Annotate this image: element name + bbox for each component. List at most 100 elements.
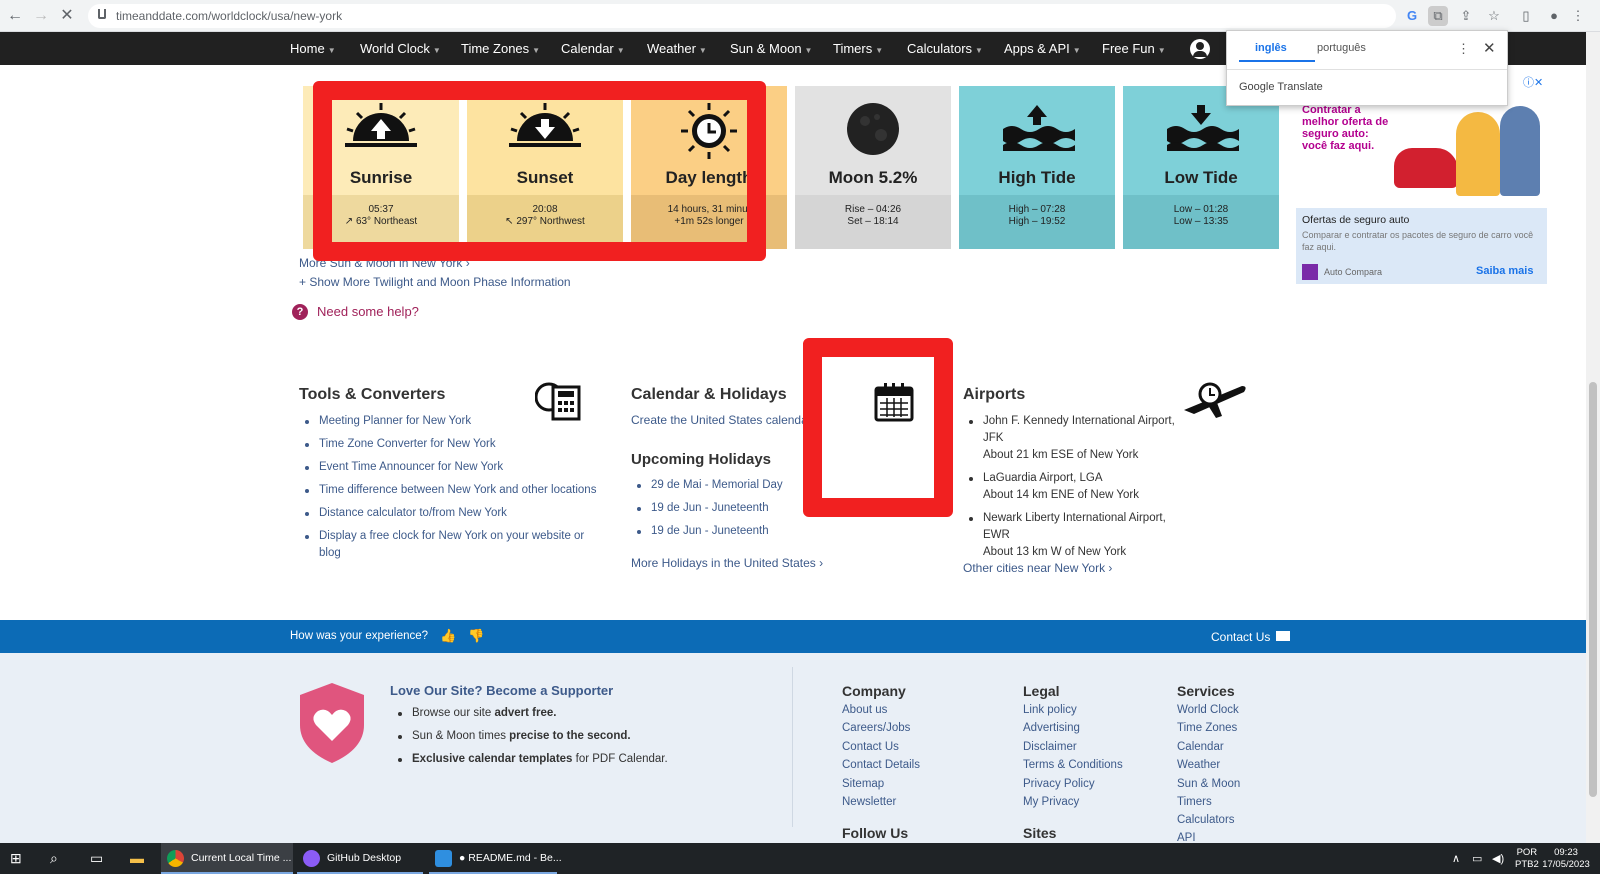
taskbar-app-chrome[interactable]: Current Local Time ...: [161, 843, 293, 874]
footer-link[interactable]: Privacy Policy: [1023, 778, 1095, 790]
thumbs-down-icon[interactable]: 👎: [468, 628, 484, 644]
high-tide-icon: [1003, 105, 1075, 151]
ad-cta-button[interactable]: Saiba mais: [1476, 265, 1533, 277]
side-panel-icon[interactable]: ▯: [1516, 6, 1536, 26]
tile-line: ↖ 297° Northwest: [505, 216, 585, 227]
address-bar[interactable]: timeanddate.com/worldclock/usa/new-york: [88, 4, 1396, 28]
list-item: Browse our site advert free.: [392, 705, 772, 722]
nav-calculators[interactable]: Calculators ▼: [907, 41, 983, 56]
volume-icon[interactable]: ◀): [1492, 852, 1504, 865]
show-more-twilight-link[interactable]: + Show More Twilight and Moon Phase Info…: [299, 275, 571, 289]
footer-link[interactable]: API: [1177, 832, 1196, 843]
thumbs-up-icon[interactable]: 👍: [440, 628, 456, 644]
help-icon[interactable]: ?: [292, 304, 308, 320]
ad-headline: Contratar a melhor oferta de seguro auto…: [1302, 104, 1389, 152]
footer-link[interactable]: Calendar: [1177, 741, 1224, 753]
profile-icon[interactable]: ●: [1544, 6, 1564, 26]
footer-link[interactable]: Time Zones: [1177, 722, 1237, 734]
scrollbar-thumb[interactable]: [1589, 382, 1597, 797]
file-explorer-icon[interactable]: ▬: [130, 850, 144, 866]
create-calendar-link[interactable]: Create the United States calenda: [631, 413, 808, 427]
taskbar-app-vscode[interactable]: ● README.md - Be...: [429, 843, 562, 874]
close-icon[interactable]: ✕: [1483, 39, 1496, 57]
more-holidays-link[interactable]: More Holidays in the United States ›: [631, 556, 823, 570]
lang-portuguese-tab[interactable]: português: [1317, 42, 1366, 54]
google-icon[interactable]: G: [1402, 6, 1422, 26]
list-item[interactable]: 19 de Jun - Juneteenth: [631, 500, 831, 517]
nav-free-fun[interactable]: Free Fun ▼: [1102, 41, 1166, 56]
url-text[interactable]: timeanddate.com/worldclock/usa/new-york: [116, 9, 342, 23]
contact-us-link[interactable]: Contact Us: [1211, 630, 1270, 644]
windows-start-icon[interactable]: ⊞: [10, 850, 22, 867]
footer-link[interactable]: My Privacy: [1023, 796, 1079, 808]
chevron-right-icon: ›: [1108, 561, 1113, 575]
lang-english-tab[interactable]: inglês: [1255, 42, 1287, 54]
list-item[interactable]: 19 de Jun - Juneteenth: [631, 523, 831, 540]
ad-banner[interactable]: Contratar a melhor oferta de seguro auto…: [1296, 104, 1547, 284]
nav-weather[interactable]: Weather ▼: [647, 41, 707, 56]
system-clock[interactable]: 09:23 17/05/2023: [1540, 847, 1592, 871]
stop-loading-button[interactable]: ✕: [56, 5, 78, 27]
footer-link[interactable]: World Clock: [1177, 704, 1239, 716]
nav-time-zones[interactable]: Time Zones ▼: [461, 41, 540, 56]
list-item[interactable]: Distance calculator to/from New York: [299, 505, 609, 522]
tile-sunrise[interactable]: Sunrise 05:37 ↗ 63° Northeast: [303, 86, 459, 249]
list-item[interactable]: 29 de Mai - Memorial Day: [631, 477, 831, 494]
tile-low-tide[interactable]: Low Tide Low – 01:28 Low – 13:35: [1123, 86, 1279, 249]
airport-distance: About 14 km ENE of New York: [983, 489, 1139, 501]
footer-link[interactable]: Sitemap: [842, 778, 884, 790]
nav-timers[interactable]: Timers ▼: [833, 41, 883, 56]
tile-moon[interactable]: Moon 5.2% Rise – 04:26 Set – 18:14: [795, 86, 951, 249]
tile-sunset[interactable]: Sunset 20:08 ↖ 297° Northwest: [467, 86, 623, 249]
footer-link[interactable]: Contact Us: [842, 741, 899, 753]
footer-link[interactable]: Contact Details: [842, 759, 920, 771]
need-help-link[interactable]: Need some help?: [317, 304, 419, 319]
ad-info-icon[interactable]: ⓘ✕: [1523, 74, 1543, 90]
lang-code: POR: [1516, 847, 1538, 858]
footer-link[interactable]: About us: [842, 704, 887, 716]
list-item[interactable]: Display a free clock for New York on you…: [299, 528, 609, 562]
list-item[interactable]: Time difference between New York and oth…: [299, 482, 609, 499]
supporter-title[interactable]: Love Our Site? Become a Supporter: [390, 683, 613, 698]
taskbar-app-github[interactable]: GitHub Desktop: [297, 843, 423, 874]
nav-calendar[interactable]: Calendar ▼: [561, 41, 625, 56]
tile-high-tide[interactable]: High Tide High – 07:28 High – 19:52: [959, 86, 1115, 249]
footer-link[interactable]: Advertising: [1023, 722, 1080, 734]
nav-sun-moon[interactable]: Sun & Moon ▼: [730, 41, 812, 56]
footer-link[interactable]: Careers/Jobs: [842, 722, 910, 734]
forward-button[interactable]: →: [30, 5, 52, 27]
task-view-icon[interactable]: ▭: [90, 850, 103, 867]
footer-link[interactable]: Calculators: [1177, 814, 1235, 826]
link-text: More Holidays in the United States: [631, 556, 816, 570]
footer-link[interactable]: Terms & Conditions: [1023, 759, 1123, 771]
nav-home[interactable]: Home ▼: [290, 41, 336, 56]
nav-world-clock[interactable]: World Clock ▼: [360, 41, 441, 56]
translate-icon[interactable]: ⧉: [1428, 6, 1448, 26]
nav-apps-api[interactable]: Apps & API ▼: [1004, 41, 1081, 56]
footer-link[interactable]: Newsletter: [842, 796, 896, 808]
footer-link[interactable]: Link policy: [1023, 704, 1077, 716]
chevron-up-icon[interactable]: ∧: [1452, 852, 1460, 865]
browser-menu-icon[interactable]: ⋮: [1568, 6, 1588, 26]
list-item[interactable]: Time Zone Converter for New York: [299, 436, 609, 453]
tile-day-length[interactable]: Day length 14 hours, 31 minut +1m 52s lon…: [631, 86, 787, 249]
share-icon[interactable]: ⇪: [1456, 6, 1476, 26]
language-indicator[interactable]: POR PTB2: [1515, 847, 1539, 871]
footer-link[interactable]: Disclaimer: [1023, 741, 1077, 753]
footer-link[interactable]: Timers: [1177, 796, 1212, 808]
page-scrollbar[interactable]: [1586, 32, 1600, 843]
list-item[interactable]: Event Time Announcer for New York: [299, 459, 609, 476]
mail-icon[interactable]: [1276, 631, 1290, 641]
list-item[interactable]: Meeting Planner for New York: [299, 413, 609, 430]
footer-link[interactable]: Sun & Moon: [1177, 778, 1240, 790]
back-button[interactable]: ←: [4, 5, 26, 27]
account-icon[interactable]: [1190, 39, 1210, 59]
more-options-icon[interactable]: ⋮: [1457, 41, 1470, 57]
search-icon[interactable]: ⌕: [50, 850, 58, 867]
footer-link[interactable]: Weather: [1177, 759, 1220, 771]
network-icon[interactable]: ▭: [1472, 852, 1482, 865]
link-text: 19 de Jun - Juneteenth: [651, 502, 769, 514]
other-cities-link[interactable]: Other cities near New York ›: [963, 561, 1112, 575]
bookmark-star-icon[interactable]: ☆: [1484, 6, 1504, 26]
more-sun-moon-link[interactable]: More Sun & Moon in New York ›: [299, 256, 470, 270]
